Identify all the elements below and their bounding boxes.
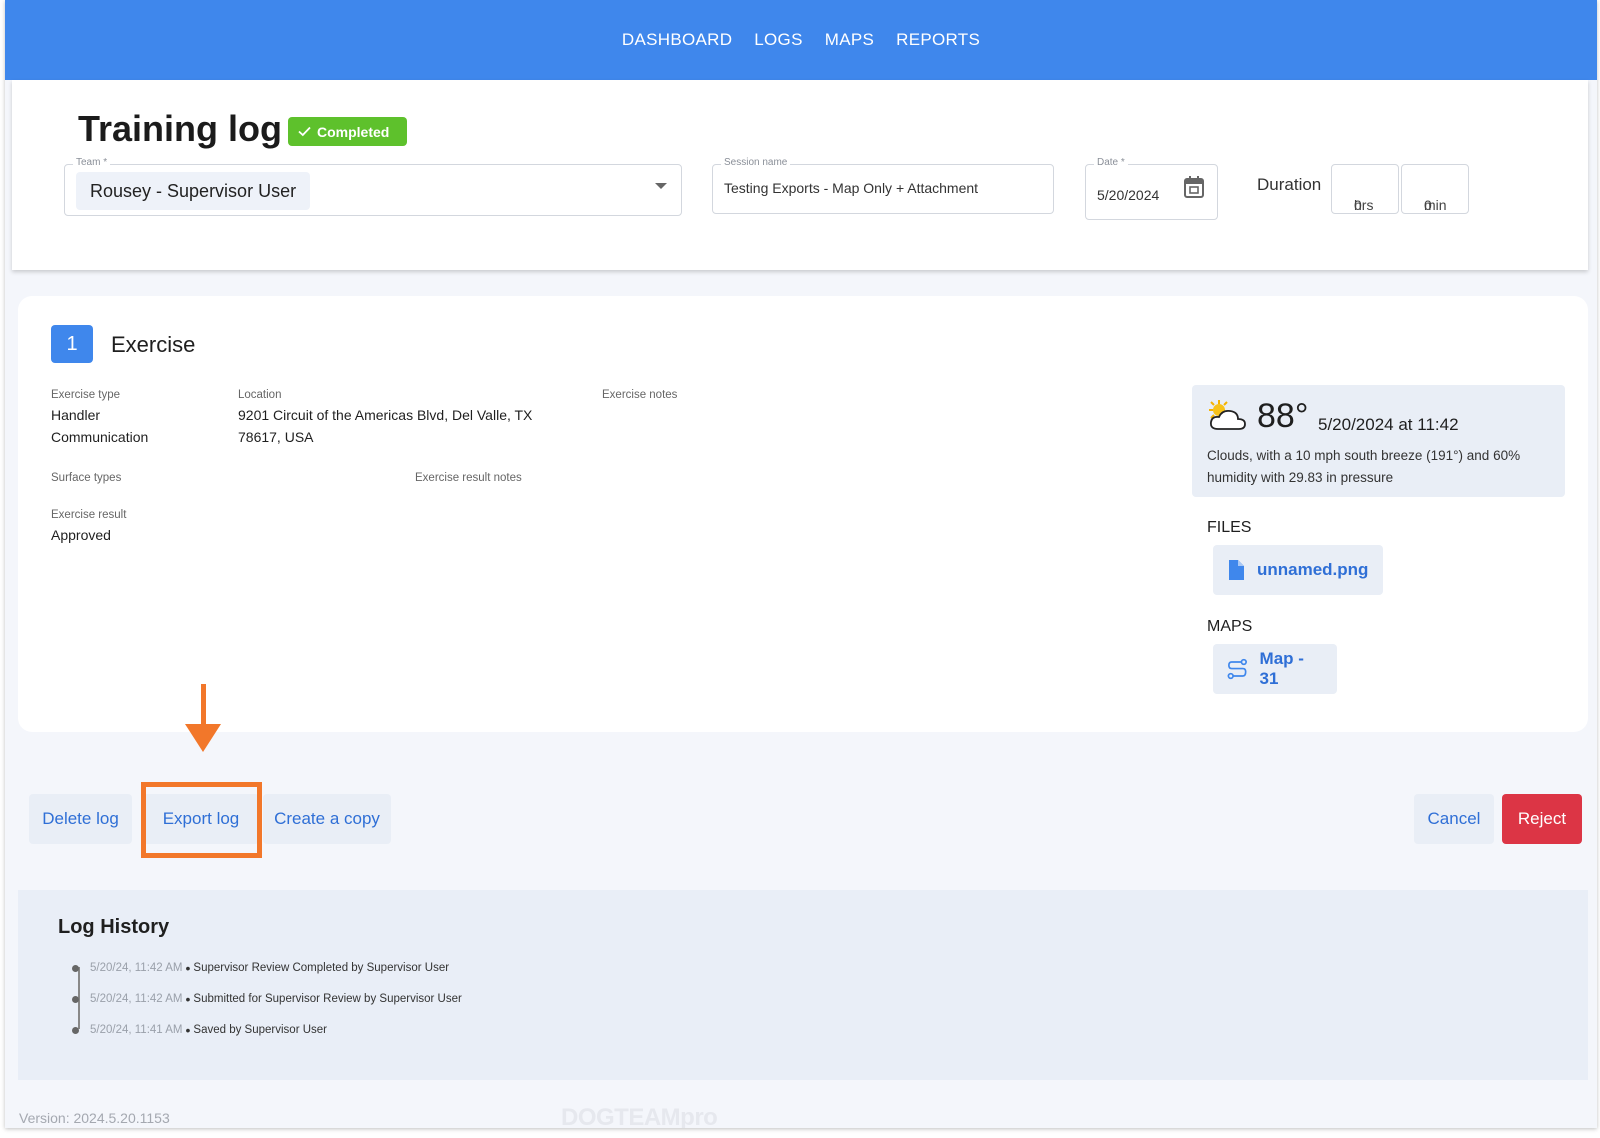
bullet-separator: • (185, 960, 191, 976)
page-title: Training log (78, 108, 282, 149)
log-history-title: Log History (58, 916, 170, 938)
file-name: unnamed.png (1257, 560, 1369, 579)
team-chip[interactable]: Rousey - Supervisor User (76, 172, 311, 210)
nav-maps[interactable]: MAPS (825, 30, 874, 50)
duration-minutes-unit: min (1424, 197, 1447, 213)
history-entry-time: 5/20/24, 11:42 AM (90, 962, 183, 974)
annotation-arrow-icon (185, 724, 221, 752)
top-nav-bar: DASHBOARD LOGS MAPS REPORTS (5, 0, 1597, 80)
annotation-highlight-box (141, 782, 262, 858)
bullet-separator: • (185, 1022, 191, 1038)
exercise-title: Exercise (111, 332, 196, 357)
session-name-field[interactable]: Session name Testing Exports - Map Only … (712, 157, 1054, 214)
history-entry-time: 5/20/24, 11:42 AM (90, 993, 183, 1005)
history-entry: 5/20/24, 11:42 AM • Supervisor Review Co… (72, 960, 449, 976)
duration-hours-unit: hrs (1354, 197, 1374, 213)
route-icon (1227, 658, 1247, 680)
surface-types-label: Surface types (51, 472, 122, 484)
nav-logs[interactable]: LOGS (754, 30, 802, 50)
location-label: Location (238, 389, 282, 401)
exercise-result-label: Exercise result (51, 509, 127, 521)
duration-minutes-input[interactable]: 0 min (1401, 164, 1469, 214)
date-label: Date * (1094, 157, 1128, 168)
duration-label: Duration (1257, 175, 1322, 194)
calendar-icon[interactable] (1183, 175, 1205, 199)
weather-description: Clouds, with a 10 mph south breeze (191°… (1207, 448, 1521, 485)
date-value: 5/20/2024 (1097, 187, 1160, 203)
weather-temperature: 88° (1257, 397, 1309, 435)
exercise-result-notes-label: Exercise result notes (415, 472, 522, 484)
app-frame: DASHBOARD LOGS MAPS REPORTS Training log… (5, 0, 1597, 1128)
session-name-value: Testing Exports - Map Only + Attachment (724, 180, 979, 196)
nav-dashboard[interactable]: DASHBOARD (622, 30, 732, 50)
date-field[interactable]: Date * 5/20/2024 (1085, 157, 1218, 220)
history-entry: 5/20/24, 11:42 AM • Submitted for Superv… (72, 991, 462, 1007)
timeline-dot-icon (72, 995, 79, 1003)
version-label: Version: 2024.5.20.1153 (19, 1110, 170, 1126)
team-label: Team * (73, 157, 111, 168)
files-heading: FILES (1207, 519, 1252, 536)
weather-panel: 88° 5/20/2024 at 11:42 Clouds, with a 10… (1192, 385, 1565, 497)
exercise-type-label: Exercise type (51, 389, 121, 401)
history-entry-text: Submitted for Supervisor Review by Super… (193, 993, 462, 1005)
duration-minutes: 0 min (1413, 181, 1447, 213)
map-name: Map - 31 (1259, 649, 1304, 688)
create-copy-button[interactable]: Create a copy (263, 794, 391, 844)
reject-button[interactable]: Reject (1502, 794, 1582, 844)
location-value-line2: 78617, USA (238, 429, 314, 445)
exercise-type-value-line1: Handler (51, 407, 101, 423)
history-entry-time: 5/20/24, 11:41 AM (90, 1024, 183, 1036)
brand-watermark: DOGTEAMpro (561, 1104, 718, 1128)
duration-hours: 0 hrs (1343, 181, 1373, 213)
maps-heading: MAPS (1207, 618, 1253, 635)
exercise-number-badge: 1 (51, 325, 93, 363)
cancel-button[interactable]: Cancel (1414, 794, 1494, 844)
nav-reports[interactable]: REPORTS (896, 30, 980, 50)
annotation-arrow-shaft (201, 684, 206, 726)
log-history-panel: Log History 5/20/24, 11:42 AM • Supervis… (18, 890, 1588, 1080)
log-header-card: Training log Completed Team * Rousey - S… (12, 80, 1588, 270)
history-entry-text: Saved by Supervisor User (193, 1024, 327, 1036)
file-icon (1229, 560, 1244, 580)
map-link-map-31[interactable]: Map - 31 (1213, 644, 1337, 694)
history-entry-text: Supervisor Review Completed by Superviso… (193, 962, 450, 974)
status-badge-label: Completed (317, 123, 390, 140)
file-link-unnamed-png[interactable]: unnamed.png (1213, 545, 1383, 595)
bullet-separator: • (185, 991, 191, 1007)
exercise-notes-label: Exercise notes (602, 389, 678, 401)
location-value-line1: 9201 Circuit of the Americas Blvd, Del V… (238, 407, 533, 423)
check-icon (298, 126, 311, 137)
status-badge: Completed (288, 117, 408, 146)
session-name-label: Session name (721, 157, 791, 168)
duration-hours-input[interactable]: 0 hrs (1331, 164, 1399, 214)
partly-cloudy-icon (1209, 400, 1246, 430)
delete-log-button[interactable]: Delete log (29, 794, 132, 844)
chevron-down-icon[interactable] (655, 183, 667, 189)
exercise-type-value-line2: Communication (51, 429, 149, 445)
exercise-result-value: Approved (51, 527, 111, 543)
timeline-dot-icon (72, 964, 79, 972)
exercise-card: 1 Exercise Exercise type Handler Communi… (18, 296, 1588, 732)
weather-timestamp: 5/20/2024 at 11:42 (1318, 415, 1459, 434)
team-select[interactable]: Team * Rousey - Supervisor User (64, 157, 682, 216)
history-entry: 5/20/24, 11:41 AM • Saved by Supervisor … (72, 1022, 327, 1038)
timeline-dot-icon (72, 1026, 79, 1034)
